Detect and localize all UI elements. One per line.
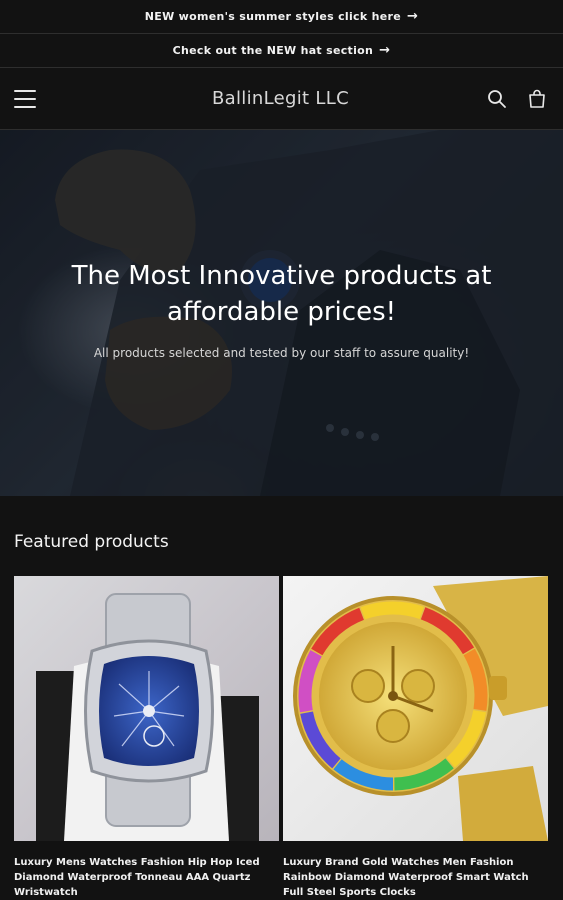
product-image[interactable] [14, 576, 279, 841]
hamburger-menu-icon[interactable] [14, 89, 36, 108]
section-title: Featured products [14, 532, 169, 552]
product-title[interactable]: Luxury Brand Gold Watches Men Fashion Ra… [283, 855, 548, 900]
product-title[interactable]: Luxury Mens Watches Fashion Hip Hop Iced… [14, 855, 279, 900]
product-card[interactable]: Luxury Mens Watches Fashion Hip Hop Iced… [14, 576, 279, 900]
store-logo[interactable]: BallinLegit LLC [212, 88, 349, 109]
search-icon[interactable] [485, 87, 509, 111]
announcement-bar-1[interactable]: NEW women's summer styles click here → [0, 0, 563, 34]
product-card[interactable]: Luxury Brand Gold Watches Men Fashion Ra… [283, 576, 548, 900]
arrow-right-icon: → [379, 43, 391, 58]
hero-banner: The Most Innovative products at affordab… [0, 130, 563, 496]
cart-icon[interactable] [525, 87, 549, 111]
announcement-text: Check out the NEW hat section [172, 44, 374, 57]
product-image[interactable] [283, 576, 548, 841]
announcement-text: NEW women's summer styles click here [144, 10, 401, 23]
hero-subtitle: All products selected and tested by our … [93, 346, 470, 360]
featured-products-section: Featured products Luxury Mens Watches Fa… [0, 532, 563, 900]
product-grid: Luxury Mens Watches Fashion Hip Hop Iced… [14, 576, 549, 900]
site-header: BallinLegit LLC [0, 68, 563, 130]
announcement-bar-2[interactable]: Check out the NEW hat section → [0, 34, 563, 68]
hero-title: The Most Innovative products at affordab… [71, 261, 492, 327]
arrow-right-icon: → [407, 9, 419, 24]
